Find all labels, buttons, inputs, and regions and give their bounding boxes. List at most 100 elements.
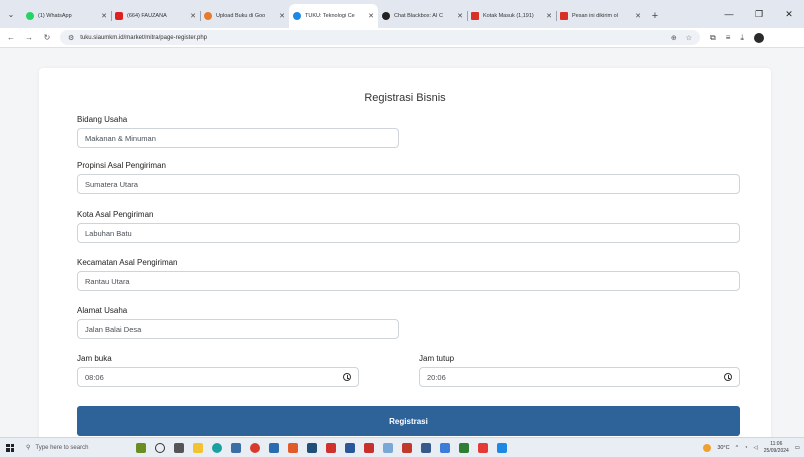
- close-icon[interactable]: ✕: [368, 12, 374, 20]
- tab-youtube[interactable]: (664) FAUZANA ✕: [111, 4, 200, 28]
- close-icon[interactable]: ✕: [190, 12, 196, 20]
- reading-list-icon[interactable]: ≡: [726, 33, 731, 42]
- start-button[interactable]: [0, 443, 20, 452]
- calc-icon[interactable]: [307, 442, 317, 453]
- tab-gmail-inbox[interactable]: Kotak Masuk (1,191) ✕: [467, 4, 556, 28]
- profile-avatar-icon[interactable]: [753, 32, 764, 43]
- kota-label: Kota Asal Pengiriman: [77, 210, 154, 219]
- chrome-icon[interactable]: [250, 442, 260, 453]
- maximize-icon[interactable]: ❐: [744, 9, 774, 20]
- tab-title: (1) WhatsApp: [38, 13, 72, 19]
- tab-whatsapp[interactable]: (1) WhatsApp ✕: [22, 4, 111, 28]
- close-icon[interactable]: ✕: [457, 12, 463, 20]
- tab-tuku-active[interactable]: TUKU: Teknologi Ce ✕: [289, 4, 378, 28]
- edge-icon[interactable]: [212, 442, 222, 453]
- whatsapp-favicon-icon: [26, 12, 34, 20]
- alamat-usaha-value: Jalan Balai Desa: [85, 324, 142, 334]
- mail-icon[interactable]: [440, 442, 450, 453]
- jam-tutup-input[interactable]: 20:06: [419, 367, 740, 387]
- tab-search-icon[interactable]: ⌄: [0, 0, 22, 28]
- site-info-icon[interactable]: ⚙: [68, 34, 74, 42]
- weather-temp[interactable]: 30°C: [717, 445, 729, 451]
- close-icon[interactable]: ✕: [635, 12, 641, 20]
- store-icon[interactable]: [231, 442, 241, 453]
- url-text[interactable]: tuku.siaumkm.id/market/mitra/page-regist…: [80, 35, 671, 41]
- window-controls: — ❐ ✕: [714, 0, 804, 28]
- tab-title: Kotak Masuk (1,191): [483, 13, 534, 19]
- clock-icon[interactable]: [724, 373, 732, 381]
- tab-gmail-message[interactable]: Pesan ini dikirim ol ✕: [556, 4, 645, 28]
- task-view-icon[interactable]: [155, 442, 165, 453]
- kota-select[interactable]: Labuhan Batu: [77, 223, 740, 243]
- jam-tutup-label: Jam tutup: [419, 354, 455, 363]
- tray-chevron-icon[interactable]: ^: [736, 445, 739, 451]
- page-viewport: Registrasi Bisnis Bidang Usaha Makanan &…: [0, 48, 804, 437]
- clock-icon[interactable]: [343, 373, 351, 381]
- jam-buka-value: 08:06: [85, 372, 104, 382]
- widgets-icon[interactable]: [174, 442, 184, 453]
- file-explorer-icon[interactable]: [193, 442, 203, 453]
- notification-icon[interactable]: ▭: [795, 445, 800, 451]
- tab-blackbox[interactable]: Chat Blackbox: AI C ✕: [378, 4, 467, 28]
- browser-toolbar: ← → ↻ ⚙ tuku.siaumkm.id/market/mitra/pag…: [0, 28, 804, 48]
- gmail-favicon-icon: [471, 12, 479, 20]
- bidang-usaha-label: Bidang Usaha: [77, 115, 128, 124]
- filezilla-icon[interactable]: [364, 442, 374, 453]
- bookmark-star-icon[interactable]: ☆: [686, 34, 692, 42]
- news-widget-icon[interactable]: [136, 442, 146, 453]
- close-icon[interactable]: ✕: [101, 12, 107, 20]
- tab-title: (664) FAUZANA: [127, 13, 167, 19]
- clock-date: 25/09/2024: [763, 447, 789, 454]
- close-icon[interactable]: ✕: [279, 12, 285, 20]
- minimize-icon[interactable]: —: [714, 9, 744, 19]
- new-tab-button[interactable]: +: [645, 4, 665, 28]
- xampp-icon[interactable]: [459, 442, 469, 453]
- jam-buka-input[interactable]: 08:06: [77, 367, 359, 387]
- bidang-usaha-value: Makanan & Minuman: [85, 133, 156, 143]
- propinsi-select[interactable]: Sumatera Utara: [77, 174, 740, 194]
- kecamatan-value: Rantau Utara: [85, 276, 130, 286]
- paint-icon[interactable]: [288, 442, 298, 453]
- tab-title: Pesan ini dikirim ol: [572, 13, 618, 19]
- acrobat-icon[interactable]: [326, 442, 336, 453]
- registrasi-button[interactable]: Registrasi: [77, 406, 740, 436]
- tab-title: Chat Blackbox: AI C: [394, 13, 443, 19]
- settings-app-icon[interactable]: [383, 442, 393, 453]
- tab-upload-buku[interactable]: Upload Buku di Goo ✕: [200, 4, 289, 28]
- forward-icon[interactable]: →: [22, 33, 36, 42]
- download-icon[interactable]: ⤓: [740, 33, 744, 43]
- close-icon[interactable]: ✕: [546, 12, 552, 20]
- vpn-icon[interactable]: [478, 442, 488, 453]
- propinsi-value: Sumatera Utara: [85, 179, 138, 189]
- tab-title: Upload Buku di Goo: [216, 13, 266, 19]
- kecamatan-select[interactable]: Rantau Utara: [77, 271, 740, 291]
- notepad-icon[interactable]: [421, 442, 431, 453]
- volume-icon[interactable]: ◁: [754, 445, 758, 451]
- browser-tab-strip: ⌄ (1) WhatsApp ✕ (664) FAUZANA ✕ Upload …: [0, 0, 804, 28]
- network-icon[interactable]: ◔: [744, 445, 747, 451]
- clock-display[interactable]: 11:06 25/09/2024: [764, 441, 789, 455]
- word-icon[interactable]: [345, 442, 355, 453]
- windows-taskbar: ⚲ Type here to search 30°C ^ ◔ ◁ 11:06 2…: [0, 437, 804, 457]
- kecamatan-label: Kecamatan Asal Pengiriman: [77, 258, 178, 267]
- taskbar-search-box[interactable]: ⚲ Type here to search: [20, 440, 120, 456]
- page-title: Registrasi Bisnis: [364, 92, 446, 104]
- close-window-icon[interactable]: ✕: [774, 9, 804, 20]
- gmail-favicon-icon: [560, 12, 568, 20]
- jam-tutup-value: 20:06: [427, 372, 446, 382]
- active-app-icon[interactable]: [497, 442, 507, 453]
- youtube-favicon-icon: [115, 12, 123, 20]
- back-icon[interactable]: ←: [4, 33, 18, 42]
- extensions-icon[interactable]: ⧉: [710, 33, 716, 43]
- reload-icon[interactable]: ↻: [40, 33, 54, 42]
- weather-icon[interactable]: [703, 443, 712, 452]
- address-bar[interactable]: ⚙ tuku.siaumkm.id/market/mitra/page-regi…: [60, 30, 700, 45]
- zoom-icon[interactable]: ⊕: [671, 34, 677, 42]
- alamat-usaha-input[interactable]: Jalan Balai Desa: [77, 319, 399, 339]
- taskbar-search-placeholder: Type here to search: [35, 444, 89, 451]
- blackbox-favicon-icon: [382, 12, 390, 20]
- powerpoint-icon[interactable]: [402, 442, 412, 453]
- app-icon[interactable]: [269, 442, 279, 453]
- kota-value: Labuhan Batu: [85, 228, 132, 238]
- bidang-usaha-select[interactable]: Makanan & Minuman: [77, 128, 399, 148]
